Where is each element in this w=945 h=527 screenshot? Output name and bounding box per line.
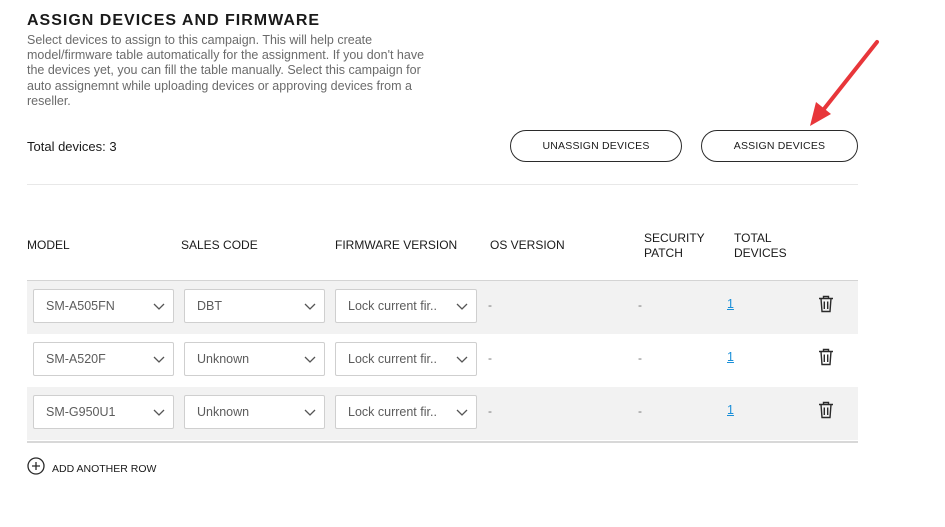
chevron-down-icon bbox=[145, 409, 173, 416]
section-title: ASSIGN DEVICES AND FIRMWARE bbox=[27, 12, 321, 29]
firmware-version-select-value: Lock current fir.. bbox=[348, 352, 437, 366]
firmware-version-select-value: Lock current fir.. bbox=[348, 405, 437, 419]
column-header-total-devices-line2: DEVICES bbox=[734, 246, 787, 260]
model-select-value: SM-G950U1 bbox=[46, 405, 116, 419]
sales-code-select[interactable]: Unknown bbox=[184, 342, 325, 376]
sales-code-select[interactable]: Unknown bbox=[184, 395, 325, 429]
os-version-value: - bbox=[488, 298, 492, 312]
column-header-sales-code: SALES CODE bbox=[181, 238, 258, 252]
total-devices-link[interactable]: 1 bbox=[727, 350, 734, 364]
os-version-value: - bbox=[488, 404, 492, 418]
chevron-down-icon bbox=[296, 303, 324, 310]
chevron-down-icon bbox=[145, 356, 173, 363]
column-header-security-patch-line1: SECURITY bbox=[644, 231, 705, 245]
chevron-down-icon bbox=[448, 356, 476, 363]
column-header-firmware-version: FIRMWARE VERSION bbox=[335, 238, 458, 252]
chevron-down-icon bbox=[296, 409, 324, 416]
column-header-total-devices-line1: TOTAL bbox=[734, 231, 772, 245]
column-header-model: MODEL bbox=[27, 238, 70, 252]
firmware-version-select[interactable]: Lock current fir.. bbox=[335, 342, 477, 376]
sales-code-select-value: DBT bbox=[197, 299, 222, 313]
table-bottom-divider bbox=[27, 441, 858, 443]
firmware-version-select[interactable]: Lock current fir.. bbox=[335, 395, 477, 429]
chevron-down-icon bbox=[448, 303, 476, 310]
total-devices-count: Total devices: 3 bbox=[27, 139, 117, 154]
unassign-devices-button[interactable]: UNASSIGN DEVICES bbox=[510, 130, 682, 162]
model-select[interactable]: SM-A520F bbox=[33, 342, 174, 376]
model-select[interactable]: SM-A505FN bbox=[33, 289, 174, 323]
sales-code-select[interactable]: DBT bbox=[184, 289, 325, 323]
plus-circle-icon bbox=[27, 457, 45, 480]
table-row: SM-G950U1 Unknown Lock current fir.. - -… bbox=[27, 387, 858, 440]
add-another-row-label: ADD ANOTHER ROW bbox=[52, 462, 157, 475]
annotation-arrow-icon bbox=[810, 40, 879, 126]
table-row: SM-A505FN DBT Lock current fir.. - - 1 bbox=[27, 281, 858, 334]
assign-devices-button[interactable]: ASSIGN DEVICES bbox=[701, 130, 858, 162]
section-description: Select devices to assign to this campaig… bbox=[27, 33, 425, 108]
trash-icon[interactable] bbox=[818, 348, 834, 371]
total-devices-link[interactable]: 1 bbox=[727, 403, 734, 417]
model-select-value: SM-A520F bbox=[46, 352, 106, 366]
trash-icon[interactable] bbox=[818, 295, 834, 318]
security-patch-value: - bbox=[638, 404, 642, 418]
firmware-version-select[interactable]: Lock current fir.. bbox=[335, 289, 477, 323]
model-select-value: SM-A505FN bbox=[46, 299, 115, 313]
chevron-down-icon bbox=[145, 303, 173, 310]
column-header-security-patch-line2: PATCH bbox=[644, 246, 683, 260]
chevron-down-icon bbox=[296, 356, 324, 363]
chevron-down-icon bbox=[448, 409, 476, 416]
total-devices-link[interactable]: 1 bbox=[727, 297, 734, 311]
sales-code-select-value: Unknown bbox=[197, 352, 250, 366]
model-select[interactable]: SM-G950U1 bbox=[33, 395, 174, 429]
column-header-os-version: OS VERSION bbox=[490, 238, 565, 252]
add-another-row-button[interactable]: ADD ANOTHER ROW bbox=[27, 457, 156, 480]
column-header-total-devices: TOTAL DEVICES bbox=[734, 231, 787, 261]
section-divider bbox=[27, 184, 858, 185]
sales-code-select-value: Unknown bbox=[197, 405, 250, 419]
column-header-security-patch: SECURITY PATCH bbox=[644, 231, 705, 261]
security-patch-value: - bbox=[638, 298, 642, 312]
table-row: SM-A520F Unknown Lock current fir.. - - … bbox=[27, 334, 858, 387]
os-version-value: - bbox=[488, 351, 492, 365]
firmware-version-select-value: Lock current fir.. bbox=[348, 299, 437, 313]
trash-icon[interactable] bbox=[818, 401, 834, 424]
security-patch-value: - bbox=[638, 351, 642, 365]
